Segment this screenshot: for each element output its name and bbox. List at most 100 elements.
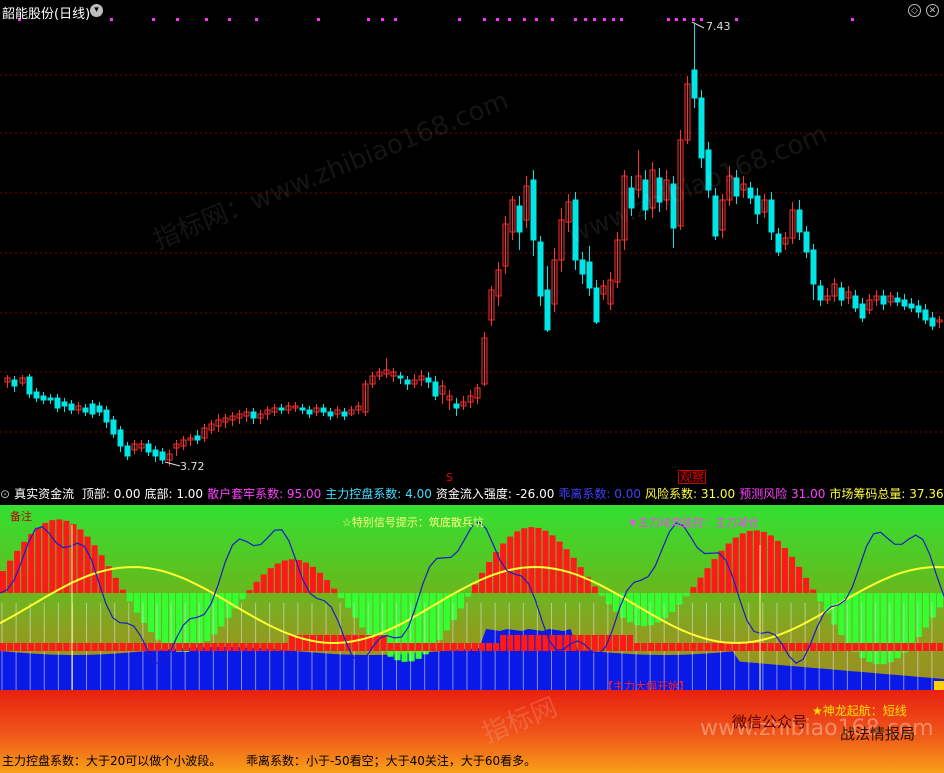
candle-body [110, 419, 117, 435]
signal-dot [574, 18, 577, 21]
signal-dot [692, 18, 695, 21]
candle-body [320, 407, 327, 413]
red-block [556, 635, 563, 651]
red-block [7, 643, 14, 651]
histogram-bar [577, 567, 584, 593]
close-icon[interactable]: ✕ [926, 4, 939, 17]
info-item: 底部: 1.00 [144, 487, 204, 501]
red-block [845, 643, 852, 651]
signal-dot [535, 18, 538, 21]
histogram-bar [324, 580, 331, 593]
indicator-name: 真实资金流 [14, 487, 75, 501]
red-block [98, 643, 105, 651]
red-block [239, 643, 246, 651]
red-block [464, 643, 471, 651]
candle-body [341, 411, 348, 417]
histogram-bar [472, 584, 479, 593]
histogram-bar [542, 530, 549, 593]
red-block [486, 643, 493, 651]
histogram-bar [908, 593, 915, 646]
red-block [732, 643, 739, 651]
chevron-down-icon[interactable]: ▾ [90, 4, 103, 17]
indicator-svg [0, 519, 944, 690]
candle-body [810, 249, 817, 285]
histogram-bar [429, 593, 436, 648]
info-item: 乖离系数: 0.00 [558, 487, 641, 501]
red-block [838, 643, 845, 651]
candle-body [432, 381, 439, 397]
histogram-bar [204, 593, 211, 642]
red-block [211, 643, 218, 651]
red-block [774, 643, 781, 651]
histogram-bar [133, 593, 140, 613]
red-block [739, 643, 746, 651]
signal-dot [110, 18, 113, 21]
red-block [894, 643, 901, 651]
info-item: 主力控盘系数: 4.00 [325, 487, 432, 501]
histogram-bar [239, 593, 246, 600]
indicator-panel[interactable] [0, 505, 944, 690]
histogram-bar [119, 589, 126, 593]
candle-body [250, 411, 257, 419]
red-block [176, 643, 183, 651]
candle-body [929, 317, 936, 327]
red-block [253, 643, 260, 651]
footnote-control: 主力控盘系数：大于20可以做个小波段。 [2, 754, 222, 768]
histogram-bar [464, 593, 471, 597]
candle-body [880, 295, 887, 305]
red-block [387, 643, 394, 651]
candle-body [68, 403, 75, 411]
histogram-bar [154, 593, 162, 640]
red-block [626, 635, 634, 651]
red-block [232, 643, 239, 651]
histogram-bar [352, 593, 359, 618]
histogram-bar [817, 593, 824, 602]
red-block [21, 643, 28, 651]
candle-body [537, 241, 544, 297]
special-signal-tip: ☆特别信号提示：筑底散兵坑 [342, 516, 484, 529]
chevron-down-icon[interactable]: ⊙ [0, 487, 10, 501]
histogram-bar [838, 593, 845, 635]
candle-body [103, 409, 110, 423]
histogram-bar [739, 533, 746, 593]
watermark: 指标网 [478, 692, 562, 750]
diamond-icon[interactable]: ◇ [908, 4, 921, 17]
histogram-bar [225, 593, 232, 618]
red-block [634, 643, 641, 651]
histogram-bar [169, 593, 176, 650]
red-block [725, 643, 732, 651]
histogram-bar [634, 593, 641, 626]
signal-box: 观察 [678, 470, 707, 484]
histogram-bar [450, 593, 457, 620]
histogram-bar [549, 535, 556, 593]
histogram-bar [697, 577, 704, 593]
red-block [767, 643, 774, 651]
red-block [450, 643, 457, 651]
signal-dot [228, 18, 231, 21]
red-block [514, 635, 521, 651]
signal-dot [176, 18, 179, 21]
histogram-bar [260, 574, 267, 593]
red-block [472, 643, 479, 651]
red-block [901, 643, 908, 651]
histogram-bar [683, 593, 690, 597]
histogram-bar [845, 593, 852, 645]
red-block [817, 643, 824, 651]
candle-body [922, 309, 929, 321]
candle-body [530, 179, 537, 241]
histogram-bar [84, 536, 91, 593]
candle-body [775, 233, 782, 253]
price-chart[interactable]: 韶能股份(日线) ▾ ◇ ✕ 7.43 3.72 S 观察 指标网：www.zh… [0, 0, 944, 484]
red-block [457, 643, 464, 651]
histogram-bar [359, 593, 366, 628]
signal-dot [483, 18, 486, 21]
histogram-bar [295, 559, 302, 593]
red-block [56, 643, 63, 651]
histogram-bar [408, 593, 415, 662]
red-block [887, 643, 894, 651]
red-block [274, 643, 281, 651]
signal-dot [508, 18, 511, 21]
red-block [584, 635, 591, 651]
red-block [612, 635, 619, 651]
red-block [183, 643, 190, 651]
